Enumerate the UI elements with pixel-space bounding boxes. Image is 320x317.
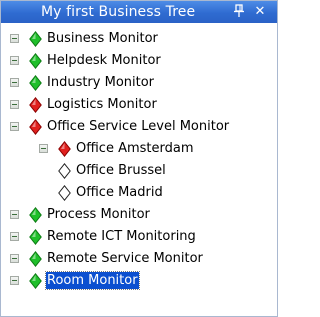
tree-row[interactable]: Remote ICT Monitoring (1, 226, 277, 248)
tree-row[interactable]: Office Service Level Monitor (1, 116, 277, 138)
expander-icon[interactable] (10, 210, 19, 219)
tree-item-label[interactable]: Business Monitor (46, 30, 159, 47)
tree-item-label[interactable]: Office Brussel (75, 162, 167, 179)
tree-row[interactable]: Logistics Monitor (1, 94, 277, 116)
tree-item-label[interactable]: Helpdesk Monitor (46, 52, 162, 69)
pin-icon[interactable] (232, 4, 246, 20)
tree-item-label[interactable]: Process Monitor (46, 206, 151, 223)
tree-item-label[interactable]: Logistics Monitor (46, 96, 158, 113)
status-diamond-icon (29, 74, 42, 92)
status-diamond-icon (29, 228, 42, 246)
status-diamond-icon (29, 96, 42, 114)
tree-item-label[interactable]: Remote Service Monitor (46, 250, 204, 267)
panel-title-bar: My first Business Tree ✕ (1, 1, 277, 23)
status-diamond-icon (29, 250, 42, 268)
expander-icon[interactable] (10, 56, 19, 65)
expander-icon[interactable] (39, 144, 48, 153)
tree-row[interactable]: Office Brussel (1, 160, 277, 182)
expander-icon[interactable] (10, 276, 19, 285)
expander-icon[interactable] (10, 78, 19, 87)
tree-row[interactable]: Office Amsterdam (1, 138, 277, 160)
tree-item-label[interactable]: Industry Monitor (46, 74, 155, 91)
tree-row[interactable]: Room Monitor (1, 270, 277, 292)
status-diamond-icon (58, 140, 71, 158)
tree-row[interactable]: Industry Monitor (1, 72, 277, 94)
status-diamond-icon (29, 52, 42, 70)
status-diamond-icon (29, 30, 42, 48)
panel-title: My first Business Tree (41, 4, 196, 20)
tree-item-label[interactable]: Office Madrid (75, 184, 164, 201)
tree-item-label[interactable]: Remote ICT Monitoring (46, 228, 197, 245)
status-diamond-icon (58, 184, 71, 202)
business-tree-panel: My first Business Tree ✕ Business Monito… (0, 0, 278, 317)
tree-item-label[interactable]: Room Monitor (45, 271, 140, 290)
tree-row[interactable]: Business Monitor (1, 28, 277, 50)
expander-icon[interactable] (10, 100, 19, 109)
business-tree: Business Monitor Helpdesk Monitor Industry… (1, 28, 277, 292)
expander-icon[interactable] (10, 122, 19, 131)
status-diamond-icon (29, 272, 42, 290)
status-diamond-icon (29, 206, 42, 224)
status-diamond-icon (58, 162, 71, 180)
tree-item-label[interactable]: Office Service Level Monitor (46, 118, 230, 135)
tree-row[interactable]: Remote Service Monitor (1, 248, 277, 270)
expander-icon[interactable] (10, 34, 19, 43)
tree-row[interactable]: Helpdesk Monitor (1, 50, 277, 72)
tree-row[interactable]: Process Monitor (1, 204, 277, 226)
close-icon[interactable]: ✕ (253, 4, 267, 20)
expander-icon[interactable] (10, 254, 19, 263)
tree-row[interactable]: Office Madrid (1, 182, 277, 204)
status-diamond-icon (29, 118, 42, 136)
expander-icon[interactable] (10, 232, 19, 241)
tree-item-label[interactable]: Office Amsterdam (75, 140, 195, 157)
